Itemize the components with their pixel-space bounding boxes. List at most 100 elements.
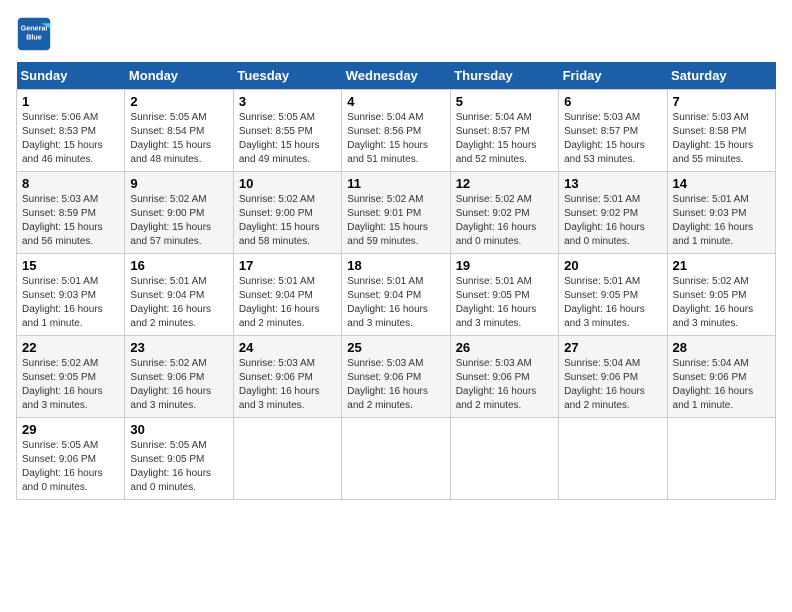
day-info: Sunrise: 5:04 AM Sunset: 9:06 PM Dayligh… — [673, 357, 770, 413]
day-number: 16 — [130, 258, 227, 273]
day-info: Sunrise: 5:05 AM Sunset: 8:55 PM Dayligh… — [239, 111, 336, 167]
table-row: 3Sunrise: 5:05 AM Sunset: 8:55 PM Daylig… — [233, 90, 341, 172]
day-info: Sunrise: 5:02 AM Sunset: 9:00 PM Dayligh… — [130, 193, 227, 249]
calendar-header-row: Sunday Monday Tuesday Wednesday Thursday… — [17, 62, 776, 90]
day-number: 10 — [239, 176, 336, 191]
svg-text:Blue: Blue — [26, 32, 42, 41]
day-number: 15 — [22, 258, 119, 273]
table-row: 5Sunrise: 5:04 AM Sunset: 8:57 PM Daylig… — [450, 90, 558, 172]
col-tuesday: Tuesday — [233, 62, 341, 90]
table-row — [233, 418, 341, 500]
day-info: Sunrise: 5:01 AM Sunset: 9:04 PM Dayligh… — [239, 275, 336, 331]
day-number: 21 — [673, 258, 770, 273]
day-number: 2 — [130, 94, 227, 109]
calendar-table: Sunday Monday Tuesday Wednesday Thursday… — [16, 62, 776, 500]
table-row: 20 Sunrise: 5:01 AM Sunset: 9:05 PM Dayli… — [559, 254, 667, 336]
day-number: 30 — [130, 422, 227, 437]
day-number: 20 — [564, 258, 661, 273]
day-number: 1 — [22, 94, 119, 109]
table-row: 28 Sunrise: 5:04 AM Sunset: 9:06 PM Dayli… — [667, 336, 775, 418]
day-info: Sunrise: 5:03 AM Sunset: 8:57 PM Dayligh… — [564, 111, 661, 167]
table-row: 21 Sunrise: 5:02 AM Sunset: 9:05 PM Dayli… — [667, 254, 775, 336]
day-info: Sunrise: 5:01 AM Sunset: 9:03 PM Dayligh… — [22, 275, 119, 331]
day-info: Sunrise: 5:02 AM Sunset: 9:00 PM Dayligh… — [239, 193, 336, 249]
logo: General Blue — [16, 16, 56, 52]
table-row: 4 Sunrise: 5:04 AM Sunset: 8:56 PM Daylig… — [342, 90, 450, 172]
table-row: 29 Sunrise: 5:05 AM Sunset: 9:06 PM Dayli… — [17, 418, 125, 500]
day-info: Sunrise: 5:01 AM Sunset: 9:03 PM Dayligh… — [673, 193, 770, 249]
table-row: 24 Sunrise: 5:03 AM Sunset: 9:06 PM Dayli… — [233, 336, 341, 418]
day-number: 29 — [22, 422, 119, 437]
col-friday: Friday — [559, 62, 667, 90]
table-row: 7 Sunrise: 5:03 AM Sunset: 8:58 PM Daylig… — [667, 90, 775, 172]
day-number: 5 — [456, 94, 553, 109]
table-row: 16 Sunrise: 5:01 AM Sunset: 9:04 PM Dayli… — [125, 254, 233, 336]
day-number: 11 — [347, 176, 444, 191]
col-thursday: Thursday — [450, 62, 558, 90]
day-number: 18 — [347, 258, 444, 273]
table-row — [559, 418, 667, 500]
table-row — [450, 418, 558, 500]
table-row: 2 Sunrise: 5:05 AM Sunset: 8:54 PM Daylig… — [125, 90, 233, 172]
table-row: 6 Sunrise: 5:03 AM Sunset: 8:57 PM Daylig… — [559, 90, 667, 172]
table-row: 30 Sunrise: 5:05 AM Sunset: 9:05 PM Dayli… — [125, 418, 233, 500]
day-info: Sunrise: 5:01 AM Sunset: 9:02 PM Dayligh… — [564, 193, 661, 249]
table-row: 1 Sunrise: 5:06 AM Sunset: 8:53 PM Daylig… — [17, 90, 125, 172]
day-number: 14 — [673, 176, 770, 191]
calendar-week-row: 1 Sunrise: 5:06 AM Sunset: 8:53 PM Daylig… — [17, 90, 776, 172]
day-info: Sunrise: 5:04 AM Sunset: 9:06 PM Dayligh… — [564, 357, 661, 413]
day-info: Sunrise: 5:01 AM Sunset: 9:04 PM Dayligh… — [130, 275, 227, 331]
table-row: 23Sunrise: 5:02 AM Sunset: 9:06 PM Dayli… — [125, 336, 233, 418]
table-row: 19Sunrise: 5:01 AM Sunset: 9:05 PM Dayli… — [450, 254, 558, 336]
day-number: 24 — [239, 340, 336, 355]
logo-icon: General Blue — [16, 16, 52, 52]
day-number: 17 — [239, 258, 336, 273]
day-number: 13 — [564, 176, 661, 191]
day-info: Sunrise: 5:03 AM Sunset: 9:06 PM Dayligh… — [347, 357, 444, 413]
table-row: 27 Sunrise: 5:04 AM Sunset: 9:06 PM Dayli… — [559, 336, 667, 418]
day-info: Sunrise: 5:02 AM Sunset: 9:02 PM Dayligh… — [456, 193, 553, 249]
day-info: Sunrise: 5:01 AM Sunset: 9:05 PM Dayligh… — [564, 275, 661, 331]
day-number: 28 — [673, 340, 770, 355]
day-number: 12 — [456, 176, 553, 191]
table-row — [342, 418, 450, 500]
day-info: Sunrise: 5:05 AM Sunset: 8:54 PM Dayligh… — [130, 111, 227, 167]
day-number: 27 — [564, 340, 661, 355]
table-row — [667, 418, 775, 500]
day-info: Sunrise: 5:06 AM Sunset: 8:53 PM Dayligh… — [22, 111, 119, 167]
day-info: Sunrise: 5:04 AM Sunset: 8:56 PM Dayligh… — [347, 111, 444, 167]
col-saturday: Saturday — [667, 62, 775, 90]
day-info: Sunrise: 5:02 AM Sunset: 9:01 PM Dayligh… — [347, 193, 444, 249]
table-row: 12 Sunrise: 5:02 AM Sunset: 9:02 PM Dayli… — [450, 172, 558, 254]
calendar-week-row: 29 Sunrise: 5:05 AM Sunset: 9:06 PM Dayli… — [17, 418, 776, 500]
col-sunday: Sunday — [17, 62, 125, 90]
day-number: 9 — [130, 176, 227, 191]
page-header: General Blue — [16, 16, 776, 52]
table-row: 15 Sunrise: 5:01 AM Sunset: 9:03 PM Dayli… — [17, 254, 125, 336]
table-row: 18Sunrise: 5:01 AM Sunset: 9:04 PM Dayli… — [342, 254, 450, 336]
svg-text:General: General — [21, 23, 48, 32]
table-row: 13 Sunrise: 5:01 AM Sunset: 9:02 PM Dayli… — [559, 172, 667, 254]
table-row: 11 Sunrise: 5:02 AM Sunset: 9:01 PM Dayli… — [342, 172, 450, 254]
day-info: Sunrise: 5:03 AM Sunset: 9:06 PM Dayligh… — [456, 357, 553, 413]
day-info: Sunrise: 5:03 AM Sunset: 9:06 PM Dayligh… — [239, 357, 336, 413]
calendar-week-row: 22Sunrise: 5:02 AM Sunset: 9:05 PM Dayli… — [17, 336, 776, 418]
table-row: 14 Sunrise: 5:01 AM Sunset: 9:03 PM Dayli… — [667, 172, 775, 254]
day-number: 4 — [347, 94, 444, 109]
day-info: Sunrise: 5:03 AM Sunset: 8:59 PM Dayligh… — [22, 193, 119, 249]
table-row: 8 Sunrise: 5:03 AM Sunset: 8:59 PM Daylig… — [17, 172, 125, 254]
table-row: 17 Sunrise: 5:01 AM Sunset: 9:04 PM Dayli… — [233, 254, 341, 336]
day-number: 22 — [22, 340, 119, 355]
calendar-week-row: 8 Sunrise: 5:03 AM Sunset: 8:59 PM Daylig… — [17, 172, 776, 254]
day-info: Sunrise: 5:03 AM Sunset: 8:58 PM Dayligh… — [673, 111, 770, 167]
day-info: Sunrise: 5:05 AM Sunset: 9:05 PM Dayligh… — [130, 439, 227, 495]
day-info: Sunrise: 5:02 AM Sunset: 9:05 PM Dayligh… — [673, 275, 770, 331]
day-number: 6 — [564, 94, 661, 109]
day-number: 7 — [673, 94, 770, 109]
table-row: 26 Sunrise: 5:03 AM Sunset: 9:06 PM Dayli… — [450, 336, 558, 418]
day-number: 26 — [456, 340, 553, 355]
day-info: Sunrise: 5:05 AM Sunset: 9:06 PM Dayligh… — [22, 439, 119, 495]
day-number: 23 — [130, 340, 227, 355]
day-number: 8 — [22, 176, 119, 191]
day-info: Sunrise: 5:01 AM Sunset: 9:05 PM Dayligh… — [456, 275, 553, 331]
